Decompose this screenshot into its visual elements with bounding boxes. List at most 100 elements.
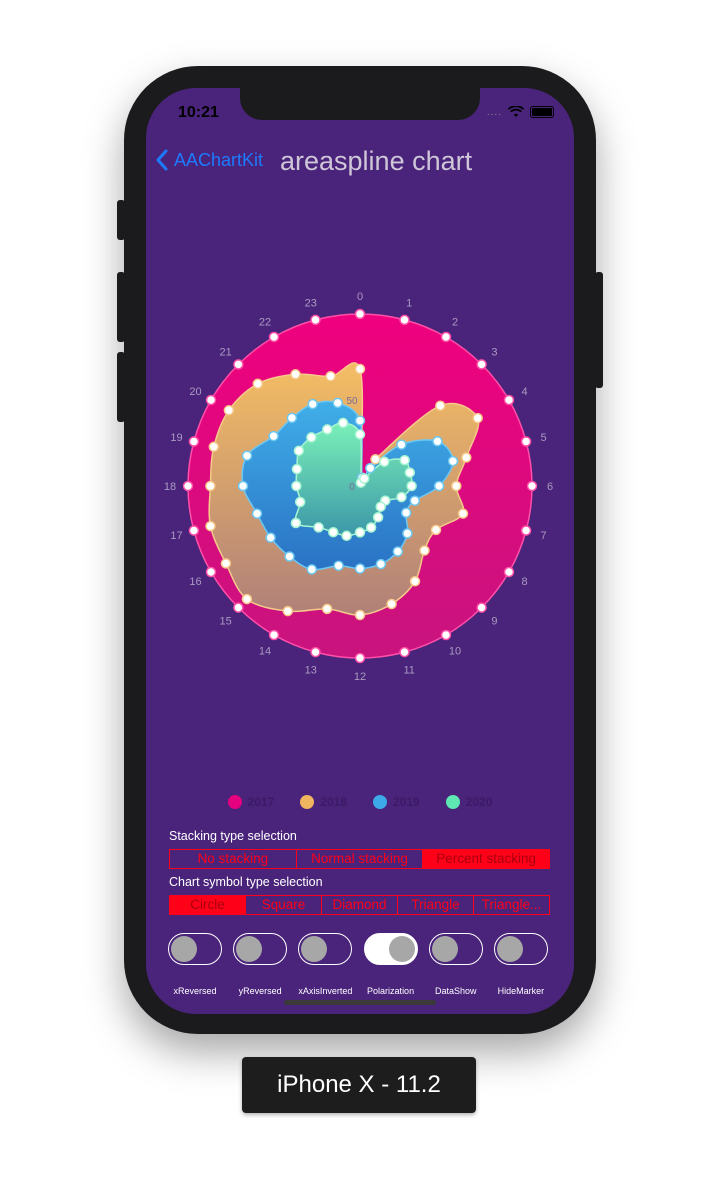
switch-knob: [236, 935, 263, 962]
symbol-section-label: Chart symbol type selection: [169, 875, 323, 889]
angle-tick-label: 7: [540, 530, 546, 542]
switch-xReversed[interactable]: [168, 933, 222, 965]
point-2019-9: [402, 528, 413, 539]
switch-xAxisInverted[interactable]: [298, 933, 353, 965]
point-2018-21: [252, 378, 264, 390]
switch-HideMarker[interactable]: [493, 933, 548, 965]
angle-tick-label: 5: [540, 432, 546, 444]
point-2020-12: [354, 527, 366, 538]
point-2017-17: [188, 525, 200, 536]
point-2018-12: [354, 609, 366, 621]
point-2017-19: [188, 436, 200, 447]
point-2020-19: [291, 463, 303, 475]
angle-tick-label: 14: [259, 646, 271, 658]
point-2017-0: [354, 308, 366, 320]
point-2018-19: [208, 441, 220, 453]
point-2020-20: [293, 445, 305, 456]
legend-item-2017[interactable]: 2017: [227, 795, 274, 809]
angle-tick-label: 1: [406, 298, 412, 310]
point-2018-8: [430, 524, 442, 536]
switch-Polarization[interactable]: [363, 933, 418, 965]
point-2017-14: [268, 629, 280, 641]
back-button[interactable]: AAChartKit: [154, 148, 263, 172]
radial-tick-label: 50: [346, 396, 358, 407]
point-2019-8: [400, 507, 412, 518]
symbol-option-3[interactable]: Triangle: [397, 896, 473, 914]
point-2018-5: [461, 452, 472, 463]
point-2017-22: [268, 331, 280, 343]
symbol-option-1[interactable]: Square: [245, 896, 321, 914]
angle-tick-label: 16: [189, 576, 201, 588]
switch-knob: [171, 935, 197, 962]
legend-label: 2020: [465, 795, 493, 809]
chevron-left-icon: [156, 149, 168, 171]
point-2018-2: [370, 453, 381, 465]
symbol-option-0[interactable]: Circle: [170, 896, 245, 914]
point-2017-11: [399, 646, 410, 658]
volume-down-button: [117, 352, 125, 422]
point-2020-10: [372, 512, 384, 523]
stacking-option-1[interactable]: Normal stacking: [295, 850, 423, 868]
stacking-option-2[interactable]: Percent stacking: [422, 850, 550, 868]
point-2017-6: [526, 480, 538, 492]
back-label: AAChartKit: [174, 149, 264, 170]
point-2019-20: [268, 430, 279, 442]
point-2018-22: [290, 369, 301, 380]
legend-item-2020[interactable]: 2020: [445, 795, 493, 809]
point-2020-11: [365, 522, 377, 533]
point-2018-0: [354, 363, 366, 375]
point-2018-7: [457, 508, 469, 519]
point-2019-4: [432, 436, 443, 447]
point-2018-23: [325, 371, 336, 382]
stacking-option-0[interactable]: No stacking: [170, 850, 296, 868]
point-2020-17: [294, 496, 306, 508]
point-2019-23: [332, 397, 343, 409]
polar-area-chart[interactable]: 0123456789101112131415161718192021222305…: [146, 278, 574, 778]
point-2018-6: [451, 480, 462, 492]
legend-item-2019[interactable]: 2019: [373, 795, 420, 809]
point-2019-16: [265, 532, 276, 543]
point-2020-22: [322, 424, 333, 435]
stacking-segmented-control: No stacking Normal stacking Percent stacki…: [169, 849, 550, 869]
angle-tick-label: 9: [491, 615, 497, 627]
point-2017-4: [503, 394, 515, 406]
home-indicator[interactable]: [284, 1000, 436, 1005]
point-2019-5: [447, 455, 459, 467]
symbol-option-2[interactable]: Diamond: [321, 896, 397, 914]
legend-swatch: [227, 795, 242, 809]
angle-tick-label: 13: [305, 665, 317, 677]
angle-tick-label: 3: [491, 347, 497, 359]
switch-labels: xReversed yReversed xAxisInverted Polarizat…: [168, 986, 548, 996]
mute-switch: [117, 200, 125, 240]
point-2019-12: [354, 563, 366, 574]
angle-tick-label: 22: [259, 317, 271, 329]
point-2019-10: [392, 546, 404, 557]
point-2019-19: [241, 450, 253, 461]
legend-item-2018[interactable]: 2018: [300, 795, 347, 809]
angle-tick-label: 23: [305, 298, 317, 310]
page-title: areaspline chart: [280, 146, 473, 176]
legend-label: 2018: [320, 795, 347, 809]
switch-DataShow[interactable]: [428, 933, 483, 965]
symbol-option-4[interactable]: Triangle...: [473, 896, 549, 914]
screen: 10:21 .... AAChartKit areaspline chart 0…: [146, 88, 574, 1014]
point-2020-13: [341, 530, 352, 542]
point-2018-15: [241, 593, 253, 605]
angle-tick-label: 20: [189, 386, 201, 398]
symbol-segmented-control: Circle Square Diamond Triangle Triangle...: [169, 895, 550, 915]
wifi-icon: [508, 106, 524, 117]
point-2020-14: [328, 526, 339, 538]
point-2020-2: [359, 473, 370, 484]
point-2019-14: [306, 564, 318, 575]
point-2019-2: [365, 462, 376, 474]
point-2017-5: [520, 436, 532, 447]
volume-up-button: [117, 272, 125, 342]
point-2017-13: [310, 646, 321, 658]
point-2020-9: [375, 501, 386, 512]
point-2019-13: [333, 560, 344, 571]
legend-label: 2019: [393, 795, 420, 809]
point-2017-10: [440, 629, 452, 641]
switch-yReversed[interactable]: [233, 933, 288, 965]
point-2020-23: [337, 417, 349, 429]
point-2017-12: [354, 652, 366, 664]
